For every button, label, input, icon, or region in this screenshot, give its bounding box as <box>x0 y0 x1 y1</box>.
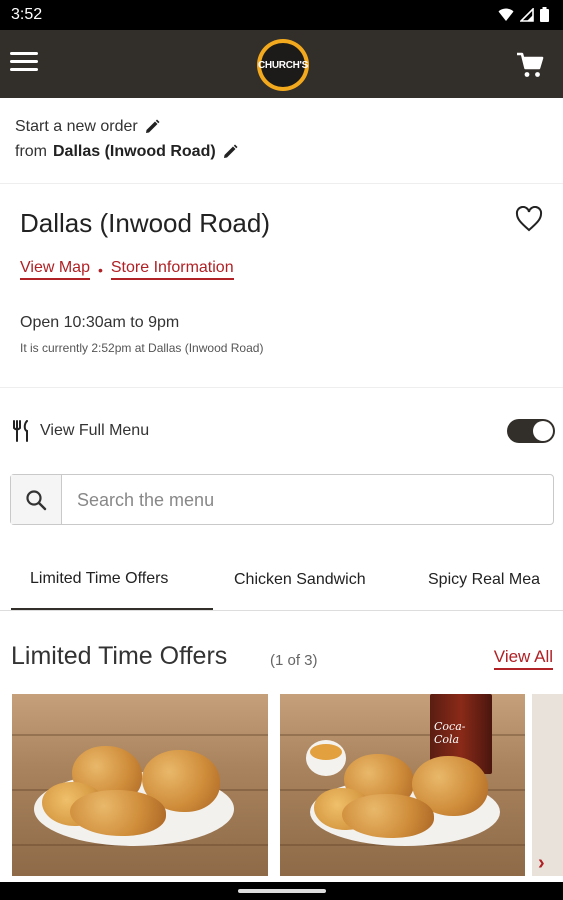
order-location[interactable]: from Dallas (Inwood Road) <box>15 143 238 161</box>
full-menu-label: View Full Menu <box>40 422 150 439</box>
search-icon <box>26 489 47 510</box>
battery-icon <box>540 7 549 22</box>
tab-limited-time-offers[interactable]: Limited Time Offers <box>11 550 213 610</box>
order-from-label: from <box>15 143 47 160</box>
view-all-link[interactable]: View All <box>493 647 553 670</box>
current-time-note: It is currently 2:52pm at Dallas (Inwood… <box>20 341 264 355</box>
fried-chicken-plate-image <box>12 694 268 876</box>
start-new-order-label: Start a new order <box>15 118 138 135</box>
edit-pencil-icon[interactable] <box>222 144 238 160</box>
menu-search <box>10 474 554 525</box>
chevron-right-icon[interactable]: › <box>538 852 545 875</box>
section-title: Limited Time Offers <box>11 642 228 670</box>
hamburger-menu-icon[interactable] <box>10 48 42 80</box>
status-bar: 3:52 <box>0 0 563 30</box>
tab-spicy-real-meal[interactable]: Spicy Real Mea <box>428 550 540 610</box>
search-input[interactable] <box>77 487 537 513</box>
section-count: (1 of 3) <box>270 652 318 669</box>
home-gesture-handle[interactable] <box>238 889 326 893</box>
product-card[interactable] <box>12 694 268 876</box>
system-nav-bar <box>0 882 563 900</box>
brand-logo[interactable]: CHURCH'S <box>257 39 309 91</box>
link-separator: • <box>97 261 103 278</box>
next-card-peek <box>532 694 563 876</box>
logo-text: CHURCH'S <box>258 43 308 87</box>
full-menu-row: View Full Menu <box>0 408 563 454</box>
toggle-knob <box>533 421 553 441</box>
section-header: Limited Time Offers (1 of 3) View All <box>0 630 563 680</box>
category-tabs: Limited Time Offers Chicken Sandwich Spi… <box>0 550 563 611</box>
full-menu-label-group: View Full Menu <box>12 420 149 442</box>
wifi-icon <box>498 8 514 21</box>
fried-chicken-with-drink-image: Coca-Cola <box>280 694 525 876</box>
full-menu-toggle[interactable] <box>507 419 555 443</box>
view-map-link[interactable]: View Map <box>20 259 90 280</box>
fork-knife-icon <box>13 420 28 442</box>
status-time: 3:52 <box>11 6 43 23</box>
signal-icon <box>520 7 534 22</box>
tab-chicken-sandwich[interactable]: Chicken Sandwich <box>234 550 366 610</box>
store-card: Dallas (Inwood Road) View Map • Store In… <box>0 184 563 388</box>
store-name: Dallas (Inwood Road) <box>20 208 271 238</box>
store-links: View Map • Store Information <box>20 259 234 280</box>
status-icons <box>498 7 549 22</box>
store-information-link[interactable]: Store Information <box>110 259 234 280</box>
cart-icon[interactable] <box>515 50 545 80</box>
edit-pencil-icon[interactable] <box>144 119 160 135</box>
app-bar: CHURCH'S <box>0 30 563 98</box>
store-hours: Open 10:30am to 9pm <box>20 314 180 331</box>
product-card[interactable]: Coca-Cola <box>280 694 525 876</box>
favorite-heart-icon[interactable] <box>515 206 543 232</box>
search-button[interactable] <box>11 475 62 524</box>
start-new-order[interactable]: Start a new order <box>15 118 160 136</box>
order-info: Start a new order from Dallas (Inwood Ro… <box>0 98 563 184</box>
order-location-name: Dallas (Inwood Road) <box>53 143 216 160</box>
